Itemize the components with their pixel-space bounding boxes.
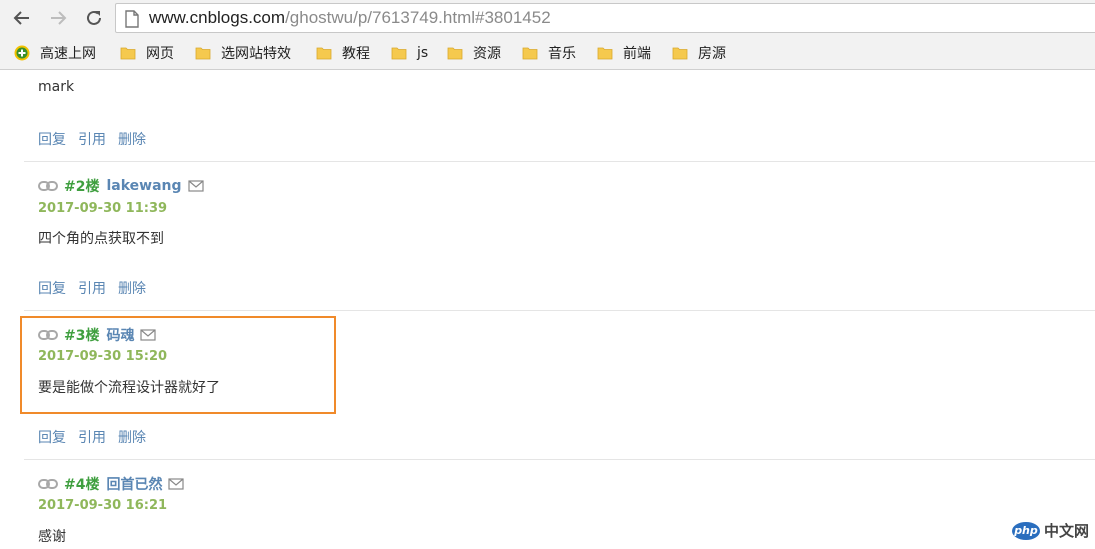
bookmark-label: js [417,45,429,61]
comment-header: #2楼 lakewang [38,177,204,195]
author-link[interactable]: lakewang [106,178,181,194]
comment-body: mark [38,79,75,95]
watermark-text: 中文网 [1043,522,1089,540]
comment-date: 2017-09-30 11:39 [38,201,168,216]
mail-icon[interactable] [140,329,157,341]
reply-link[interactable]: 回复 [38,427,66,447]
php-logo: php [1011,521,1040,540]
link-icon[interactable] [38,329,58,341]
mail-icon[interactable] [168,478,185,490]
forward-button[interactable] [46,6,70,30]
folder-icon [195,47,211,60]
comment-header: #3楼 码魂 [38,325,157,345]
plus-circle-icon [14,45,30,61]
reload-button[interactable] [82,6,106,30]
comment-body: 感谢 [38,529,66,545]
url-text: www.cnblogs.com/ghostwu/p/7613749.html#3… [149,8,551,28]
quote-link[interactable]: 引用 [78,129,106,149]
bookmark-label: 音乐 [548,46,576,62]
author-link[interactable]: 回首已然 [106,474,162,494]
bookmark-folder-effects[interactable]: 选网站特效 [195,43,291,63]
quote-link[interactable]: 引用 [78,278,106,298]
comment-date: 2017-09-30 15:20 [38,349,168,364]
folder-icon [316,47,332,60]
bookmark-label: 房源 [698,46,726,62]
folder-icon [447,47,463,60]
bookmark-folder-frontend[interactable]: 前端 [597,43,651,63]
bookmark-label: 前端 [623,46,651,62]
folder-icon [522,47,538,60]
bookmark-folder-tutorial[interactable]: 教程 [316,43,370,63]
address-bar[interactable]: www.cnblogs.com/ghostwu/p/7613749.html#3… [115,3,1095,33]
bookmark-folder-music[interactable]: 音乐 [522,43,576,63]
bookmark-label: 教程 [342,46,370,62]
bookmark-label: 选网站特效 [221,46,291,62]
comment-body: 四个角的点获取不到 [38,231,164,247]
quote-link[interactable]: 引用 [78,427,106,447]
page-icon [125,10,139,28]
bookmark-folder-js[interactable]: js [391,43,428,63]
folder-icon [391,47,407,60]
bookmarks-bar: 高速上网 网页 选网站特效 教程 js 资源 音乐 前端 房源 [0,36,1095,70]
folder-icon [672,47,688,60]
forward-arrow-icon [51,11,67,25]
back-arrow-icon [13,11,29,25]
bookmark-folder-webpage[interactable]: 网页 [120,43,174,63]
comment-divider [24,459,1095,460]
delete-link[interactable]: 删除 [118,278,146,298]
comment-actions: 回复 引用 删除 [38,427,146,447]
comment-divider [24,161,1095,162]
comment-actions: 回复 引用 删除 [38,278,146,298]
floor-number[interactable]: #2楼 [64,176,99,196]
mail-icon[interactable] [187,180,204,192]
comment-body: 要是能做个流程设计器就好了 [38,380,220,396]
floor-number[interactable]: #3楼 [64,325,99,345]
url-path: /ghostwu/p/7613749.html#3801452 [285,8,551,27]
bookmark-label: 资源 [473,46,501,62]
back-button[interactable] [10,6,34,30]
bookmark-label: 网页 [146,46,174,62]
floor-number[interactable]: #4楼 [64,474,99,494]
reply-link[interactable]: 回复 [38,278,66,298]
url-host: www.cnblogs.com [149,8,286,27]
bookmark-folder-housing[interactable]: 房源 [672,43,726,63]
author-link[interactable]: 码魂 [106,325,134,345]
delete-link[interactable]: 删除 [118,427,146,447]
comment-header: #4楼 回首已然 [38,474,185,494]
watermark-logo: php 中文网 [1011,520,1089,541]
link-icon[interactable] [38,478,58,490]
folder-icon [597,47,613,60]
delete-link[interactable]: 删除 [118,129,146,149]
comments-section: mark 回复 引用 删除 #2楼 lakewang 2017-09-30 11… [0,71,1095,549]
bookmark-gaosu[interactable]: 高速上网 [14,43,96,63]
reply-link[interactable]: 回复 [38,129,66,149]
comment-actions: 回复 引用 删除 [38,129,146,149]
reload-icon [87,10,101,25]
browser-toolbar: www.cnblogs.com/ghostwu/p/7613749.html#3… [0,0,1095,36]
comment-date: 2017-09-30 16:21 [38,498,168,513]
link-icon[interactable] [38,180,58,192]
bookmark-folder-resources[interactable]: 资源 [447,43,501,63]
comment-divider [24,310,1095,311]
bookmark-label: 高速上网 [40,46,96,62]
folder-icon [120,47,136,60]
